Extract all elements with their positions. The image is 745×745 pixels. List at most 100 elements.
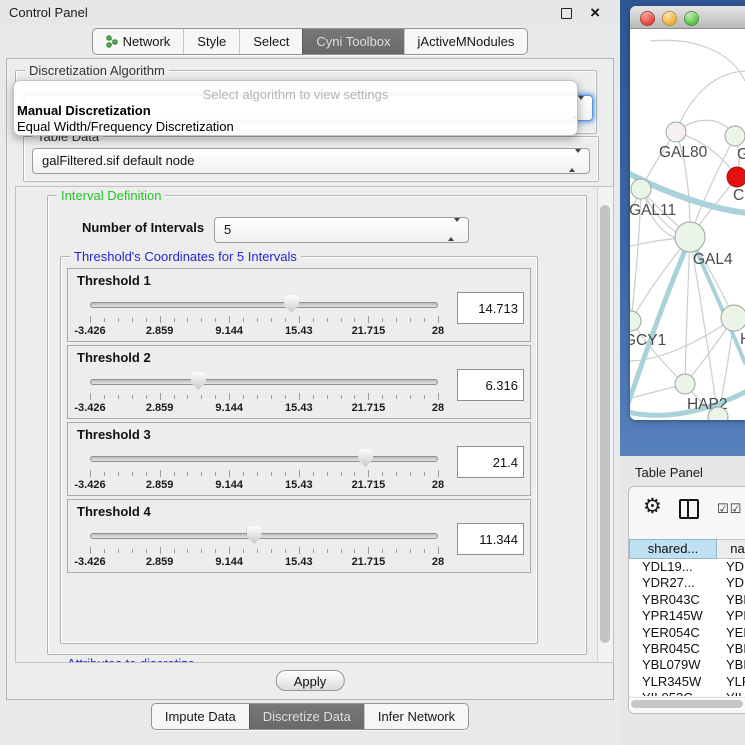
tick-mark [438, 316, 439, 323]
tick-mark [285, 549, 286, 553]
apply-button[interactable]: Apply [276, 670, 345, 691]
number-of-intervals-combobox[interactable]: 5 [214, 217, 469, 243]
window-minimize-button[interactable] [662, 11, 677, 26]
threshold-value-field[interactable] [457, 446, 524, 478]
table-row[interactable]: YDL19...YDL1 [629, 559, 745, 575]
slider-thumb[interactable] [358, 449, 373, 467]
tab-impute-data[interactable]: Impute Data [152, 704, 249, 729]
threshold-label: Threshold 3 [77, 427, 151, 442]
tab-label: Impute Data [165, 704, 236, 729]
tick-mark [341, 395, 342, 399]
float-panel-icon[interactable] [561, 8, 572, 19]
tick-mark [132, 318, 133, 322]
split-columns-icon[interactable] [679, 499, 699, 519]
slider-track[interactable] [90, 456, 438, 462]
tick-mark [438, 393, 439, 400]
network-edge[interactable] [676, 71, 745, 132]
tick-mark [313, 395, 314, 399]
table-row[interactable]: YBL079WYBL0 [629, 657, 745, 673]
tick-label: 15.43 [285, 325, 313, 337]
tab-jactivemnodules[interactable]: jActiveMNodules [404, 29, 528, 54]
network-node[interactable] [675, 374, 695, 394]
network-graph[interactable]: GAL80GACGAL11GAL4GCY1HHAP2 [630, 29, 745, 420]
tab-network[interactable]: Network [93, 29, 184, 54]
window-zoom-button[interactable] [684, 11, 699, 26]
tick-mark [285, 318, 286, 322]
tick-mark [396, 318, 397, 322]
tick-label: 28 [432, 556, 444, 568]
network-node[interactable] [630, 311, 641, 331]
tick-mark [132, 549, 133, 553]
column-header-name[interactable]: na [717, 539, 745, 559]
table-row[interactable]: YBR045CYBR0 [629, 641, 745, 657]
gear-icon[interactable]: ⚙ [643, 495, 662, 519]
table-row[interactable]: YBR043CYBR0 [629, 592, 745, 608]
network-node-label: GA [737, 146, 745, 163]
close-panel-icon[interactable]: × [590, 2, 600, 24]
threshold-slider[interactable]: -3.4262.8599.14415.4321.71528 [90, 372, 438, 414]
table-row[interactable]: YLR345WYLR3 [629, 674, 745, 690]
slider-thumb[interactable] [247, 526, 262, 544]
threshold-slider[interactable]: -3.4262.8599.14415.4321.71528 [90, 449, 438, 491]
column-header-shared-name[interactable]: shared... [629, 539, 717, 559]
network-window-titlebar[interactable] [630, 6, 745, 29]
threshold-value-field[interactable] [457, 292, 524, 324]
slider-thumb[interactable] [284, 295, 299, 313]
tick-mark [313, 472, 314, 476]
dropdown-placeholder-option[interactable]: Select algorithm to view settings [14, 87, 577, 103]
slider-track[interactable] [90, 302, 438, 308]
dropdown-option-manual[interactable]: Manual Discretization [14, 103, 577, 119]
table-row[interactable]: YDR27...YDR2 [629, 575, 745, 591]
tick-mark [118, 318, 119, 322]
settings-vertical-scrollbar[interactable] [597, 187, 613, 662]
table-data-combobox[interactable]: galFiltered.sif default node [32, 148, 590, 174]
slider-track[interactable] [90, 533, 438, 539]
network-node[interactable] [675, 222, 705, 252]
tick-label: -3.426 [74, 402, 105, 414]
threshold-value-field[interactable] [457, 369, 524, 401]
table-cell-shared-name: YLR345W [629, 674, 717, 690]
tick-label: 9.144 [215, 325, 243, 337]
threshold-slider[interactable]: -3.4262.8599.14415.4321.71528 [90, 295, 438, 337]
tab-infer-network[interactable]: Infer Network [364, 704, 468, 729]
threshold-label: Threshold 1 [77, 273, 151, 288]
slider-thumb[interactable] [191, 372, 206, 390]
network-node[interactable] [727, 167, 745, 187]
control-panel-titlebar: Control Panel × [0, 0, 620, 26]
tick-mark [341, 318, 342, 322]
table-cell-shared-name: YBL079W [629, 657, 717, 673]
tick-mark [327, 549, 328, 553]
window-close-button[interactable] [640, 11, 655, 26]
tab-cyni-toolbox[interactable]: Cyni Toolbox [302, 29, 403, 54]
network-node[interactable] [631, 179, 651, 199]
network-node[interactable] [721, 305, 745, 331]
network-node[interactable] [666, 122, 686, 142]
tick-mark [382, 472, 383, 476]
network-canvas[interactable]: GAL80GACGAL11GAL4GCY1HHAP2 [630, 29, 745, 420]
tick-mark [424, 549, 425, 553]
table-horizontal-scrollbar[interactable] [629, 697, 745, 709]
tick-mark [229, 547, 230, 554]
table-row[interactable]: YIL052CYIL0 [629, 690, 745, 696]
dropdown-option-equal-width[interactable]: Equal Width/Frequency Discretization [14, 119, 577, 135]
network-window[interactable]: GAL80GACGAL11GAL4GCY1HHAP2 [630, 6, 745, 420]
network-edge[interactable] [685, 237, 690, 384]
network-edge[interactable] [630, 249, 631, 321]
network-node-label: C [733, 187, 744, 204]
network-node[interactable] [725, 126, 745, 146]
table-row[interactable]: YER054CYER0 [629, 625, 745, 641]
checkbox-icons[interactable]: ☑☑ [717, 501, 742, 517]
thresholds-group-title: Threshold's Coordinates for 5 Intervals [70, 249, 301, 264]
tick-mark [132, 472, 133, 476]
tab-style[interactable]: Style [183, 29, 239, 54]
tick-mark [90, 547, 91, 554]
threshold-slider[interactable]: -3.4262.8599.14415.4321.71528 [90, 526, 438, 568]
tab-discretize-data[interactable]: Discretize Data [249, 704, 364, 729]
table-row[interactable]: YPR145WYPR1 [629, 608, 745, 624]
slider-track[interactable] [90, 379, 438, 385]
network-edge[interactable] [650, 40, 745, 81]
tab-select[interactable]: Select [239, 29, 302, 54]
table-cell-shared-name: YER054C [629, 625, 717, 641]
threshold-value-field[interactable] [457, 523, 524, 555]
slider-tick-labels: -3.4262.8599.14415.4321.71528 [90, 402, 438, 414]
